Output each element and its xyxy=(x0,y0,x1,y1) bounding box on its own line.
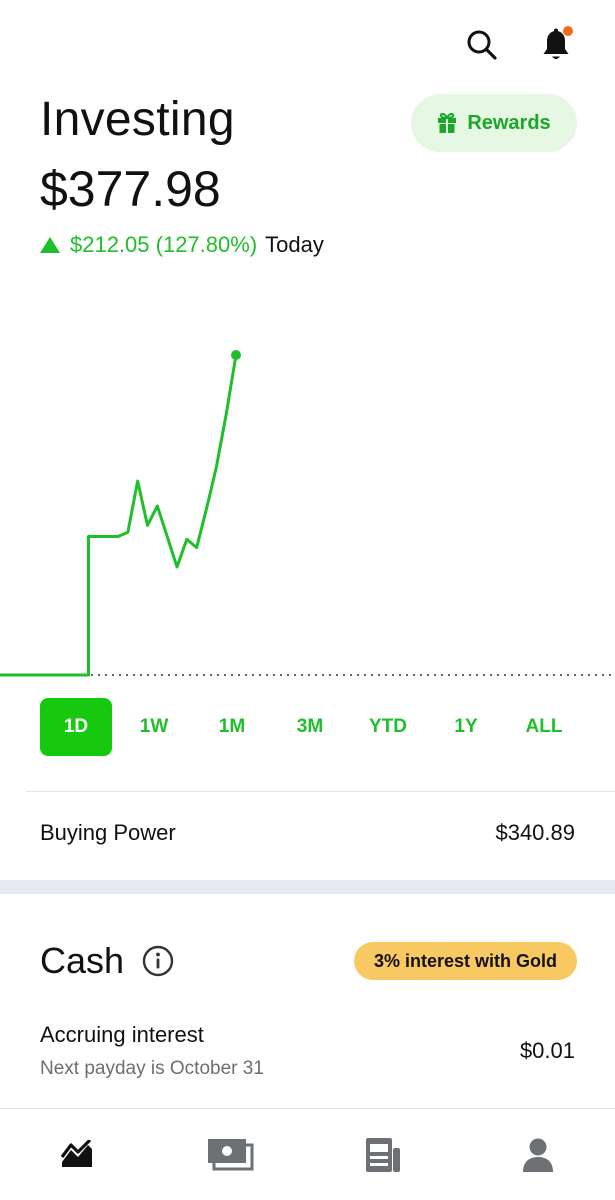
rewards-button[interactable]: Rewards xyxy=(411,94,577,152)
range-1w[interactable]: 1W xyxy=(118,698,190,756)
investing-chart-icon xyxy=(60,1140,92,1167)
tab-investing[interactable] xyxy=(47,1125,107,1185)
range-all[interactable]: ALL xyxy=(508,698,580,756)
tab-news[interactable] xyxy=(354,1125,414,1185)
range-1m[interactable]: 1M xyxy=(196,698,268,756)
cash-section-title: Cash xyxy=(40,940,174,982)
buying-power-row[interactable]: Buying Power $340.89 xyxy=(40,820,575,846)
gold-interest-badge[interactable]: 3% interest with Gold xyxy=(353,942,577,980)
range-1d[interactable]: 1D xyxy=(40,698,112,756)
buying-power-value: $340.89 xyxy=(495,820,575,845)
range-ytd[interactable]: YTD xyxy=(352,698,424,756)
rewards-label: Rewards xyxy=(467,111,551,134)
info-icon[interactable] xyxy=(142,945,174,977)
portfolio-balance: $377.98 xyxy=(40,161,221,217)
notifications-button[interactable] xyxy=(537,26,575,64)
chart-end-point xyxy=(231,350,241,360)
range-3m[interactable]: 3M xyxy=(274,698,346,756)
account-icon xyxy=(523,1138,554,1172)
daily-change: $212.05 (127.80%) Today xyxy=(40,232,324,258)
search-button[interactable] xyxy=(463,26,501,64)
tab-cash[interactable] xyxy=(201,1125,261,1185)
cash-title: Cash xyxy=(40,940,125,981)
divider xyxy=(26,791,615,792)
accruing-interest-value: $0.01 xyxy=(519,1038,575,1063)
section-separator xyxy=(0,880,615,894)
change-amount: $212.05 (127.80%) xyxy=(70,232,258,257)
range-1y[interactable]: 1Y xyxy=(430,698,502,756)
cash-icon xyxy=(207,1139,254,1171)
news-icon xyxy=(366,1138,401,1172)
change-period: Today xyxy=(265,232,324,257)
tab-account[interactable] xyxy=(508,1125,568,1185)
chart-series-line xyxy=(0,354,238,677)
notification-dot xyxy=(563,26,573,36)
tabbar-divider xyxy=(0,1108,615,1109)
up-arrow-icon xyxy=(40,237,60,253)
time-range-selector: 1D 1W 1M 3M YTD 1Y ALL xyxy=(40,698,580,756)
buying-power-label: Buying Power xyxy=(40,820,176,845)
bottom-tab-bar xyxy=(0,1120,615,1190)
portfolio-chart[interactable] xyxy=(0,300,615,700)
accruing-interest-label: Accruing interest xyxy=(40,1022,204,1047)
search-icon xyxy=(467,30,497,60)
page-title: Investing xyxy=(40,93,235,146)
next-payday-text: Next payday is October 31 xyxy=(40,1058,264,1079)
top-actions xyxy=(463,26,575,64)
gift-icon xyxy=(438,112,457,133)
